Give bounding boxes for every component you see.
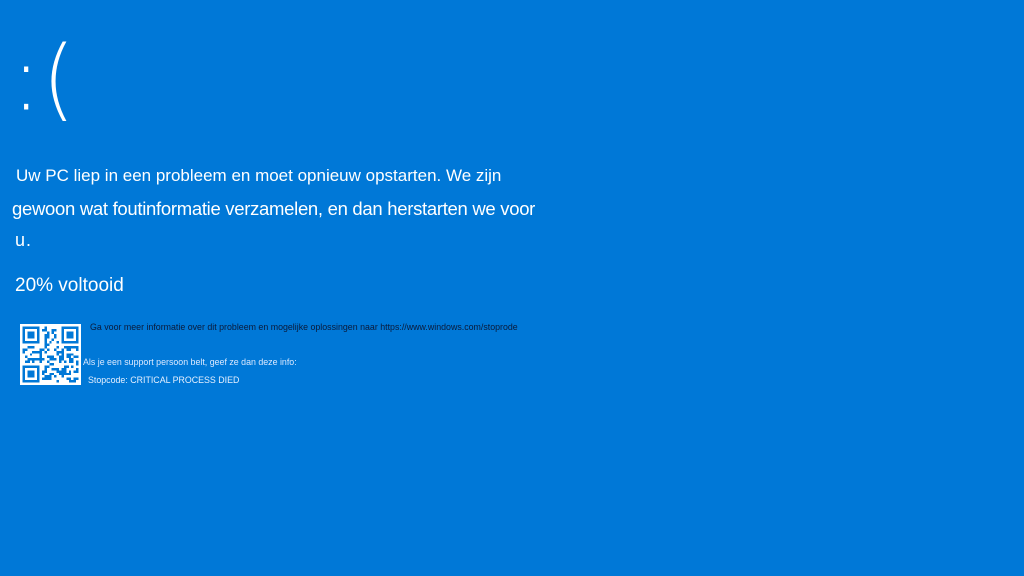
bsod-screen: :( Uw PC liep in een probleem en moet op… [0, 0, 1024, 576]
sad-face-emoticon: :( [12, 26, 78, 131]
qr-code-icon [20, 324, 81, 385]
support-info-text: Als je een support persoon belt, geef ze… [83, 357, 297, 368]
stopcode-text: Stopcode: CRITICAL PROCESS DIED [88, 375, 240, 386]
error-message-line-1: Uw PC liep in een probleem en moet opnie… [16, 166, 502, 185]
more-info-link-text: Ga voor meer informatie over dit problee… [90, 322, 518, 333]
error-message-line-2: gewoon wat foutinformatie verzamelen, en… [12, 198, 536, 219]
error-message-line-3: u. [15, 230, 33, 250]
progress-percentage: 20% voltooid [15, 275, 124, 296]
